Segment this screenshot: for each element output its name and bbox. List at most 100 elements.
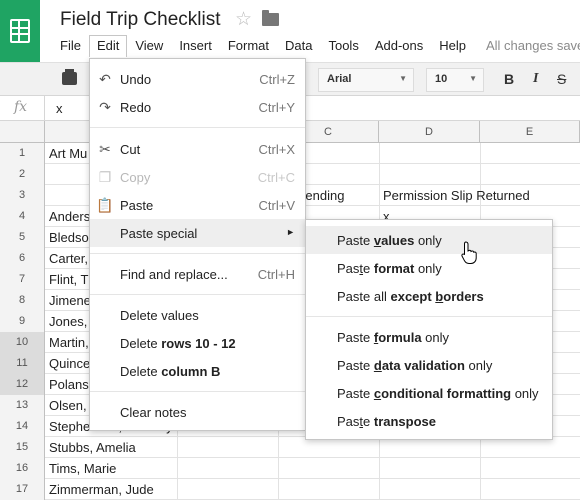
sheets-logo-icon[interactable] (0, 0, 40, 62)
paste-data-validation-only-label: Paste data validation only (337, 358, 493, 373)
folder-icon[interactable] (262, 10, 279, 26)
font-size-value: 10 (435, 73, 448, 85)
menu-insert[interactable]: Insert (171, 35, 220, 57)
row-header[interactable]: 1 (0, 143, 45, 164)
document-title[interactable]: Field Trip Checklist (60, 9, 221, 31)
redo-icon: ↷ (99, 99, 111, 115)
bold-button[interactable]: B (504, 71, 514, 87)
menu-copy[interactable]: ❐ Copy Ctrl+C (90, 163, 305, 191)
cell-divider (379, 479, 380, 500)
menu-paste-special[interactable]: Paste special ► (90, 219, 305, 247)
column-header-e[interactable]: E (480, 121, 580, 143)
row-header[interactable]: 5 (0, 227, 45, 248)
print-icon[interactable] (62, 69, 77, 85)
cell-divider (379, 164, 380, 185)
row-header[interactable]: 10 (0, 332, 45, 353)
paste-format-only[interactable]: Paste format only (306, 254, 552, 282)
column-header-d[interactable]: D (379, 121, 480, 143)
menu-undo[interactable]: ↶ Undo Ctrl+Z (90, 65, 305, 93)
app-header: Field Trip Checklist ☆ File Edit View In… (0, 0, 580, 62)
divider (44, 96, 45, 121)
delete-rows-label: Delete rows 10 - 12 (120, 336, 236, 351)
chevron-down-icon: ▼ (399, 74, 407, 83)
row-header[interactable]: 14 (0, 416, 45, 437)
fx-icon: fx (14, 99, 28, 115)
cell-d[interactable]: Permission Slip Returned (383, 188, 578, 203)
menu-delete-column[interactable]: Delete column B (90, 357, 305, 385)
paste-all-except-borders[interactable]: Paste all except borders (306, 282, 552, 310)
menu-divider (90, 253, 305, 254)
row-header[interactable]: 7 (0, 269, 45, 290)
font-size-select[interactable]: 10 ▼ (426, 68, 484, 92)
paste-shortcut: Ctrl+V (258, 198, 295, 213)
select-all-corner[interactable] (0, 121, 45, 143)
row-header[interactable]: 4 (0, 206, 45, 227)
menu-addons[interactable]: Add-ons (367, 35, 431, 57)
menu-tools[interactable]: Tools (320, 35, 366, 57)
row-header[interactable]: 12 (0, 374, 45, 395)
cell-divider (278, 479, 279, 500)
menu-divider (90, 127, 305, 128)
row-header[interactable]: 8 (0, 290, 45, 311)
clipboard-icon: 📋 (96, 197, 114, 213)
copy-shortcut: Ctrl+C (257, 170, 295, 185)
hand-cursor-icon (461, 241, 477, 264)
paste-transpose[interactable]: Paste transpose (306, 407, 552, 435)
table-row: 15 Stubbs, Amelia (0, 437, 580, 458)
cell-a[interactable]: Tims, Marie (49, 461, 199, 476)
menubar: File Edit View Insert Format Data Tools … (52, 35, 474, 57)
delete-column-label: Delete column B (120, 364, 221, 379)
formula-input[interactable]: x (56, 101, 63, 116)
menu-file[interactable]: File (52, 35, 89, 57)
menu-data[interactable]: Data (277, 35, 320, 57)
paste-formula-only[interactable]: Paste formula only (306, 323, 552, 351)
menu-delete-rows[interactable]: Delete rows 10 - 12 (90, 329, 305, 357)
row-header[interactable]: 6 (0, 248, 45, 269)
menu-paste[interactable]: 📋 Paste Ctrl+V (90, 191, 305, 219)
paste-values-only[interactable]: Paste values only (306, 226, 552, 254)
cell-a[interactable]: Zimmerman, Jude (49, 482, 199, 497)
menu-view[interactable]: View (127, 35, 171, 57)
paste-conditional-formatting-only-label: Paste conditional formatting only (337, 386, 539, 401)
row-header[interactable]: 11 (0, 353, 45, 374)
row-header[interactable]: 16 (0, 458, 45, 479)
italic-button[interactable]: I (533, 71, 538, 87)
cell-divider (379, 185, 380, 206)
menu-cut[interactable]: ✂ Cut Ctrl+X (90, 135, 305, 163)
scissors-icon: ✂ (99, 141, 111, 157)
row-header[interactable]: 2 (0, 164, 45, 185)
menu-divider (90, 294, 305, 295)
row-header[interactable]: 15 (0, 437, 45, 458)
cell-a[interactable]: Stubbs, Amelia (49, 440, 199, 455)
menu-find-replace[interactable]: Find and replace... Ctrl+H (90, 260, 305, 288)
font-family-value: Arial (327, 73, 352, 85)
paste-transpose-label: Paste transpose (337, 414, 437, 429)
row-header[interactable]: 13 (0, 395, 45, 416)
menu-format[interactable]: Format (220, 35, 277, 57)
cell-divider (379, 458, 380, 479)
row-header[interactable]: 9 (0, 311, 45, 332)
cell-divider (278, 458, 279, 479)
paste-conditional-formatting-only[interactable]: Paste conditional formatting only (306, 379, 552, 407)
menu-help[interactable]: Help (431, 35, 474, 57)
cell-divider (480, 479, 481, 500)
undo-label: Undo (120, 72, 152, 87)
paste-all-except-borders-label: Paste all except borders (337, 289, 484, 304)
font-family-select[interactable]: Arial ▼ (318, 68, 414, 92)
row-header[interactable]: 3 (0, 185, 45, 206)
paste-formula-only-label: Paste formula only (337, 330, 450, 345)
star-icon[interactable]: ☆ (235, 8, 252, 31)
save-status[interactable]: All changes save (486, 38, 580, 53)
strikethrough-button[interactable]: S (557, 71, 566, 87)
paste-data-validation-only[interactable]: Paste data validation only (306, 351, 552, 379)
cell-divider (379, 143, 380, 164)
paste-special-submenu: Paste values only Paste format only Past… (305, 219, 553, 440)
row-header[interactable]: 17 (0, 479, 45, 500)
menu-delete-values[interactable]: Delete values (90, 301, 305, 329)
menu-edit[interactable]: Edit (88, 35, 128, 57)
find-replace-label: Find and replace... (120, 267, 228, 282)
undo-shortcut: Ctrl+Z (259, 72, 295, 87)
menu-redo[interactable]: ↷ Redo Ctrl+Y (90, 93, 305, 121)
menu-clear-notes[interactable]: Clear notes (90, 398, 305, 426)
paste-values-only-label: Paste values only (337, 233, 442, 248)
